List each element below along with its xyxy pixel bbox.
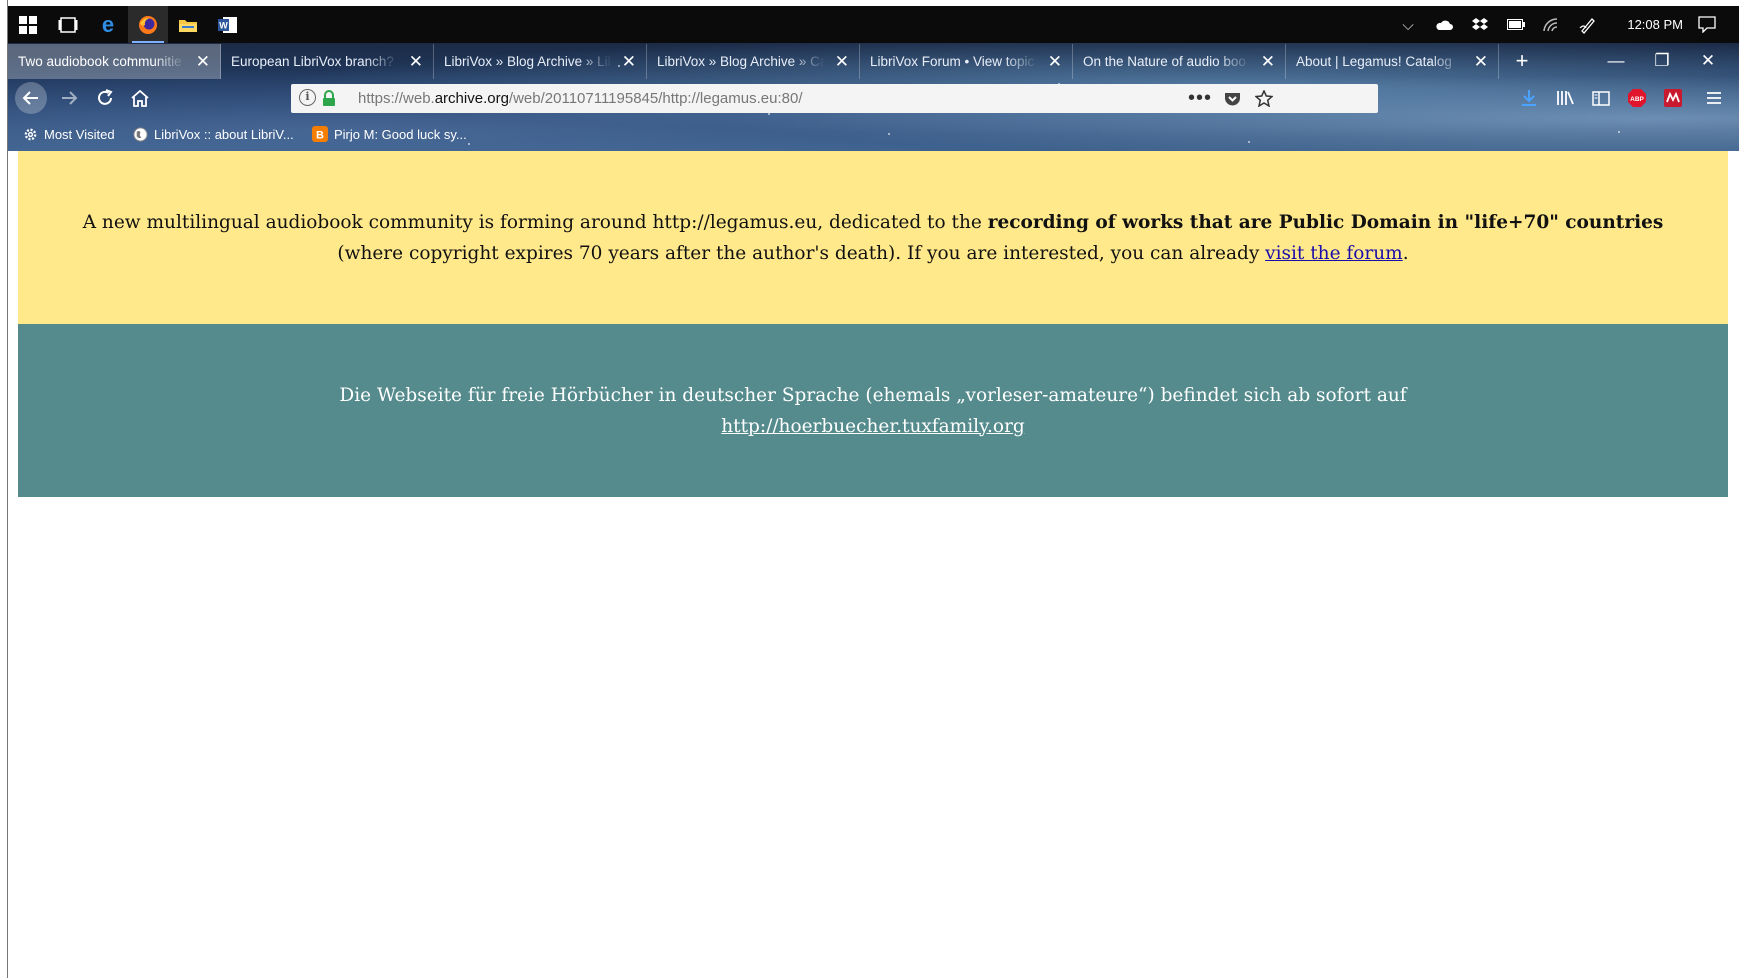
firefox-icon[interactable] — [128, 6, 168, 43]
menu-icon[interactable] — [1698, 83, 1730, 113]
tab-librivox-forum[interactable]: LibriVox Forum • View topic ✕ — [860, 44, 1073, 79]
tab-title: LibriVox Forum • View topic — [870, 54, 1035, 69]
bookmark-pirjo-m[interactable]: B Pirjo M: Good luck sy... — [312, 124, 467, 144]
pocket-icon[interactable] — [1219, 87, 1245, 110]
blogger-icon: B — [312, 126, 328, 142]
notice-text-end: . — [1402, 242, 1409, 264]
url-path: /web/20110711195845/http://legamus.eu:80… — [508, 90, 803, 107]
svg-text:ABP: ABP — [1630, 96, 1644, 103]
tab-librivox-blog-archive-2[interactable]: LibriVox » Blog Archive » Ca ✕ — [647, 44, 860, 79]
close-icon[interactable]: ✕ — [409, 44, 423, 79]
bookmark-label: Pirjo M: Good luck sy... — [334, 126, 467, 142]
window-close-button[interactable]: ✕ — [1685, 43, 1731, 79]
hoerbuecher-link[interactable]: http://hoerbuecher.tuxfamily.org — [721, 416, 1025, 437]
url-bar[interactable]: i https://web.archive.org/web/2011071119… — [291, 84, 1378, 113]
legamus-notice-banner: A new multilingual audiobook community i… — [18, 151, 1728, 324]
window-edge — [0, 0, 8, 978]
tab-european-librivox-branch[interactable]: European LibriVox branch? ✕ — [221, 44, 434, 79]
tab-two-audiobook-communities[interactable]: Two audiobook communitie ✕ — [8, 44, 221, 79]
download-icon[interactable] — [1513, 83, 1545, 113]
notifications-icon[interactable] — [1693, 6, 1721, 43]
navigation-bar: i https://web.archive.org/web/2011071119… — [8, 79, 1739, 117]
new-tab-button[interactable]: + — [1504, 43, 1540, 79]
gear-icon — [22, 126, 38, 142]
tab-title: LibriVox » Blog Archive » Ca — [657, 54, 825, 69]
close-icon[interactable]: ✕ — [1261, 44, 1275, 79]
reload-button[interactable] — [88, 83, 122, 113]
close-icon[interactable]: ✕ — [196, 44, 210, 79]
pen-icon[interactable] — [1574, 6, 1602, 43]
folder-icon[interactable] — [168, 6, 208, 43]
svg-text:B: B — [316, 130, 324, 142]
tab-nature-of-audio-books[interactable]: On the Nature of audio boo ✕ — [1073, 44, 1286, 79]
german-audiobooks-banner: Die Webseite für freie Hörbücher in deut… — [18, 324, 1728, 497]
globe-icon — [132, 126, 148, 142]
restore-button[interactable]: ❐ — [1639, 43, 1685, 79]
notice-text-intro: A new multilingual audiobook community i… — [82, 211, 988, 233]
extension-m-icon[interactable] — [1657, 83, 1689, 113]
edge-icon[interactable]: e — [88, 6, 128, 43]
tab-title: On the Nature of audio boo — [1083, 54, 1246, 69]
close-icon[interactable]: ✕ — [622, 44, 636, 79]
page-actions-icon[interactable]: ••• — [1187, 87, 1213, 110]
tab-title: European LibriVox branch? — [231, 54, 394, 69]
bookmark-librivox-about[interactable]: LibriVox :: about LibriV... — [132, 124, 294, 144]
legamus-notice-text: A new multilingual audiobook community i… — [78, 207, 1668, 269]
minimize-button[interactable]: — — [1593, 43, 1639, 79]
close-icon[interactable]: ✕ — [1048, 44, 1062, 79]
home-button[interactable] — [123, 83, 157, 113]
tab-title: Two audiobook communitie — [18, 54, 182, 69]
task-view-icon[interactable] — [48, 6, 88, 43]
taskbar: e W ⌵ 12:08 PM — [8, 6, 1739, 43]
dropbox-icon[interactable] — [1466, 6, 1494, 43]
tab-about-legamus-catalog[interactable]: About | Legamus! Catalog ✕ — [1286, 44, 1499, 79]
bookmark-most-visited[interactable]: Most Visited — [22, 124, 115, 144]
close-icon[interactable]: ✕ — [1474, 44, 1488, 79]
visit-forum-link[interactable]: visit the forum — [1265, 243, 1403, 264]
tab-title: About | Legamus! Catalog — [1296, 54, 1452, 69]
url-text[interactable]: https://web.archive.org/web/201107111958… — [358, 90, 802, 107]
tab-librivox-blog-archive-1[interactable]: LibriVox » Blog Archive » Lib ✕ — [434, 44, 647, 79]
back-button[interactable] — [15, 82, 47, 114]
url-domain: archive.org — [434, 90, 509, 107]
close-icon[interactable]: ✕ — [835, 44, 849, 79]
battery-icon[interactable] — [1502, 6, 1530, 43]
screen: e W ⌵ 12:08 PM Two audiobook communitie … — [0, 0, 1739, 978]
star-bookmark-icon[interactable] — [1251, 87, 1277, 110]
bookmark-label: LibriVox :: about LibriV... — [154, 126, 294, 142]
svg-text:W: W — [219, 20, 228, 30]
german-notice-text: Die Webseite für freie Hörbücher in deut… — [339, 380, 1406, 442]
tab-bar: Two audiobook communitie ✕ European Libr… — [8, 43, 1739, 79]
notice-text-bold: recording of works that are Public Domai… — [987, 211, 1664, 233]
bookmark-label: Most Visited — [44, 126, 115, 142]
windows-start-icon[interactable] — [8, 6, 48, 43]
info-icon[interactable]: i — [299, 89, 316, 106]
forward-button[interactable] — [52, 83, 86, 113]
tab-title: LibriVox » Blog Archive » Lib — [444, 54, 612, 69]
onedrive-icon[interactable] — [1430, 6, 1458, 43]
browser-chrome: Two audiobook communitie ✕ European Libr… — [8, 43, 1739, 151]
bookmarks-toolbar: Most Visited LibriVox :: about LibriV...… — [8, 117, 1739, 151]
sidebar-icon[interactable] — [1585, 83, 1617, 113]
adblock-plus-icon[interactable]: ABP — [1621, 83, 1653, 113]
page-viewport: A new multilingual audiobook community i… — [8, 151, 1739, 978]
wifi-icon[interactable] — [1538, 6, 1566, 43]
lock-icon[interactable] — [322, 90, 336, 107]
clock[interactable]: 12:08 PM — [1627, 6, 1683, 43]
notice-text-middle: (where copyright expires 70 years after … — [337, 242, 1266, 264]
chevron-up-icon[interactable]: ⌵ — [1394, 6, 1422, 43]
german-notice-sentence: Die Webseite für freie Hörbücher in deut… — [339, 384, 1407, 406]
url-prefix: https://web. — [358, 90, 435, 107]
word-icon[interactable]: W — [208, 6, 248, 43]
library-icon[interactable] — [1549, 83, 1581, 113]
